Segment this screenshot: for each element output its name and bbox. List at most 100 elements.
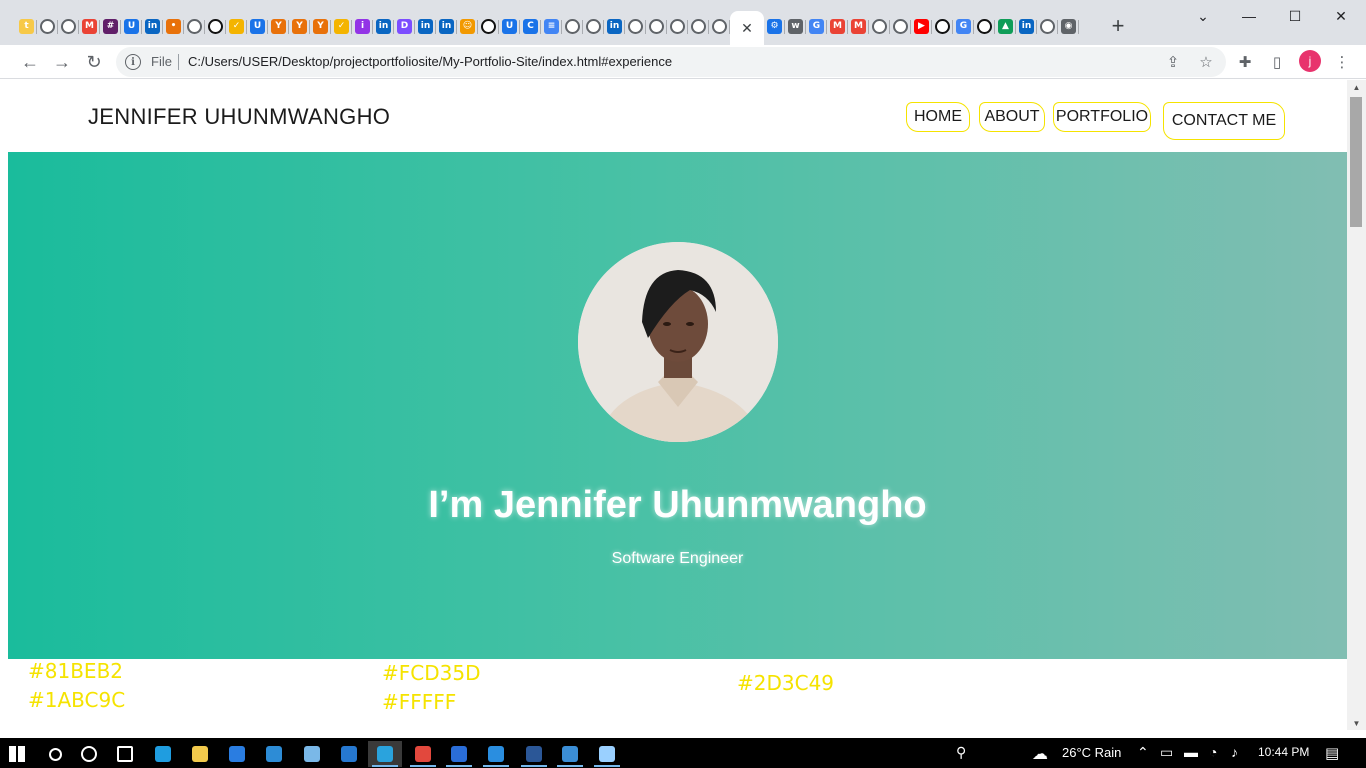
photos-icon[interactable] [553, 741, 587, 767]
browser-tab[interactable]: in [1016, 12, 1037, 40]
browser-tab[interactable]: M [848, 12, 869, 40]
browser-tab[interactable]: C [520, 12, 541, 40]
browser-tab[interactable]: Y [268, 12, 289, 40]
browser-tab[interactable]: D [394, 12, 415, 40]
browser-tab[interactable]: ✓ [331, 12, 352, 40]
chrome-icon[interactable] [406, 741, 440, 767]
people-icon[interactable]: ⚲ [956, 744, 966, 761]
browser-tab[interactable]: • [163, 12, 184, 40]
wifi-icon[interactable]: ◔ [1209, 744, 1217, 760]
new-tab-button[interactable]: + [1106, 13, 1130, 38]
browser-tab[interactable]: Y [310, 12, 331, 40]
cortana-icon[interactable] [72, 741, 106, 767]
volume-icon[interactable]: ♪ [1231, 744, 1238, 760]
telegram-icon[interactable] [368, 741, 402, 767]
weather-icon[interactable]: ☁ [1032, 744, 1048, 764]
clock-time[interactable]: 10:44 PM [1258, 745, 1309, 759]
browser-tab[interactable] [58, 12, 79, 40]
browser-tab[interactable]: ◉ [1058, 12, 1079, 40]
word-icon[interactable] [517, 741, 551, 767]
browser-tab[interactable] [184, 12, 205, 40]
browser-tab[interactable]: U [247, 12, 268, 40]
paint-icon[interactable] [590, 741, 624, 767]
browser-tab[interactable]: G [953, 12, 974, 40]
bookmark-star-icon[interactable]: ☆ [1195, 51, 1217, 73]
browser-tab[interactable] [974, 12, 995, 40]
tab-search-chevron-icon[interactable]: ⌄ [1191, 4, 1215, 28]
browser-tab[interactable]: # [100, 12, 121, 40]
browser-tab[interactable] [646, 12, 667, 40]
weather-text[interactable]: 26°C Rain [1062, 745, 1121, 760]
windows-start-icon[interactable] [0, 741, 34, 767]
close-window-icon[interactable]: ✕ [1329, 4, 1353, 28]
media-icon[interactable] [442, 741, 476, 767]
browser-tab[interactable] [625, 12, 646, 40]
browser-tab[interactable]: i [352, 12, 373, 40]
browser-tab[interactable]: in [142, 12, 163, 40]
browser-tab[interactable] [688, 12, 709, 40]
browser-tab[interactable]: ⚙ [764, 12, 785, 40]
browser-tab[interactable]: M [827, 12, 848, 40]
browser-tab[interactable]: U [499, 12, 520, 40]
reload-icon[interactable]: ↻ [82, 50, 106, 74]
mail-icon[interactable] [332, 741, 366, 767]
browser-tab[interactable] [890, 12, 911, 40]
tray-chevron-icon[interactable]: ⌃ [1137, 744, 1149, 761]
share-icon[interactable]: ⇪ [1162, 51, 1184, 73]
close-tab-icon[interactable]: ✕ [741, 20, 753, 37]
nav-contact-me[interactable]: CONTACT ME [1163, 102, 1285, 140]
address-bar[interactable]: i File C:/Users/USER/Desktop/projectport… [116, 47, 1226, 77]
browser-tab[interactable] [562, 12, 583, 40]
profile-avatar[interactable]: j [1299, 50, 1321, 72]
browser-tab[interactable] [583, 12, 604, 40]
browser-tab[interactable]: ▶ [911, 12, 932, 40]
back-arrow-icon[interactable]: ← [18, 50, 42, 74]
forward-arrow-icon[interactable]: → [50, 50, 74, 74]
file-explorer-icon[interactable] [183, 741, 217, 767]
keyboard-icon[interactable] [257, 741, 291, 767]
browser-tab[interactable] [205, 12, 226, 40]
browser-tab[interactable]: in [436, 12, 457, 40]
battery-icon[interactable]: ▬ [1184, 744, 1198, 760]
action-center-icon[interactable]: ▤ [1325, 744, 1339, 762]
browser-tab[interactable] [709, 12, 730, 40]
page-scrollbar[interactable]: ▲ ▼ [1347, 80, 1366, 730]
meet-now-icon[interactable]: ▭ [1160, 744, 1173, 761]
browser-tab[interactable] [667, 12, 688, 40]
vscode-icon[interactable] [479, 741, 513, 767]
site-info-icon[interactable]: i [125, 54, 141, 70]
browser-tab[interactable]: U [121, 12, 142, 40]
browser-tab[interactable] [1037, 12, 1058, 40]
side-panel-icon[interactable]: ▯ [1266, 51, 1288, 73]
scrollbar-thumb[interactable] [1350, 97, 1362, 227]
edge-icon[interactable] [146, 741, 180, 767]
browser-tab[interactable]: ≡ [541, 12, 562, 40]
active-tab[interactable]: ✕ [730, 11, 764, 45]
store-icon[interactable] [220, 741, 254, 767]
extensions-puzzle-icon[interactable]: ✚ [1234, 51, 1256, 73]
browser-tab[interactable]: ✓ [226, 12, 247, 40]
maximize-icon[interactable]: ☐ [1283, 4, 1307, 28]
minimize-icon[interactable]: — [1237, 4, 1261, 28]
task-view-icon[interactable] [108, 741, 142, 767]
nav-about[interactable]: ABOUT [979, 102, 1045, 132]
browser-tab[interactable]: t [16, 12, 37, 40]
site-brand[interactable]: JENNIFER UHUNMWANGHO [88, 104, 390, 130]
browser-tab[interactable] [932, 12, 953, 40]
nav-home[interactable]: HOME [906, 102, 970, 132]
browser-tab[interactable] [869, 12, 890, 40]
browser-tab[interactable]: in [604, 12, 625, 40]
browser-tab[interactable] [37, 12, 58, 40]
browser-tab[interactable]: in [373, 12, 394, 40]
browser-tab[interactable]: M [79, 12, 100, 40]
notepad-icon[interactable] [295, 741, 329, 767]
browser-tab[interactable]: ▲ [995, 12, 1016, 40]
browser-tab[interactable] [478, 12, 499, 40]
browser-tab[interactable]: w [785, 12, 806, 40]
scroll-up-arrow-icon[interactable]: ▲ [1347, 80, 1366, 94]
browser-tab[interactable]: ☺ [457, 12, 478, 40]
more-menu-icon[interactable]: ⋮ [1331, 51, 1353, 73]
browser-tab[interactable]: G [806, 12, 827, 40]
browser-tab[interactable]: Y [289, 12, 310, 40]
browser-tab[interactable]: in [415, 12, 436, 40]
